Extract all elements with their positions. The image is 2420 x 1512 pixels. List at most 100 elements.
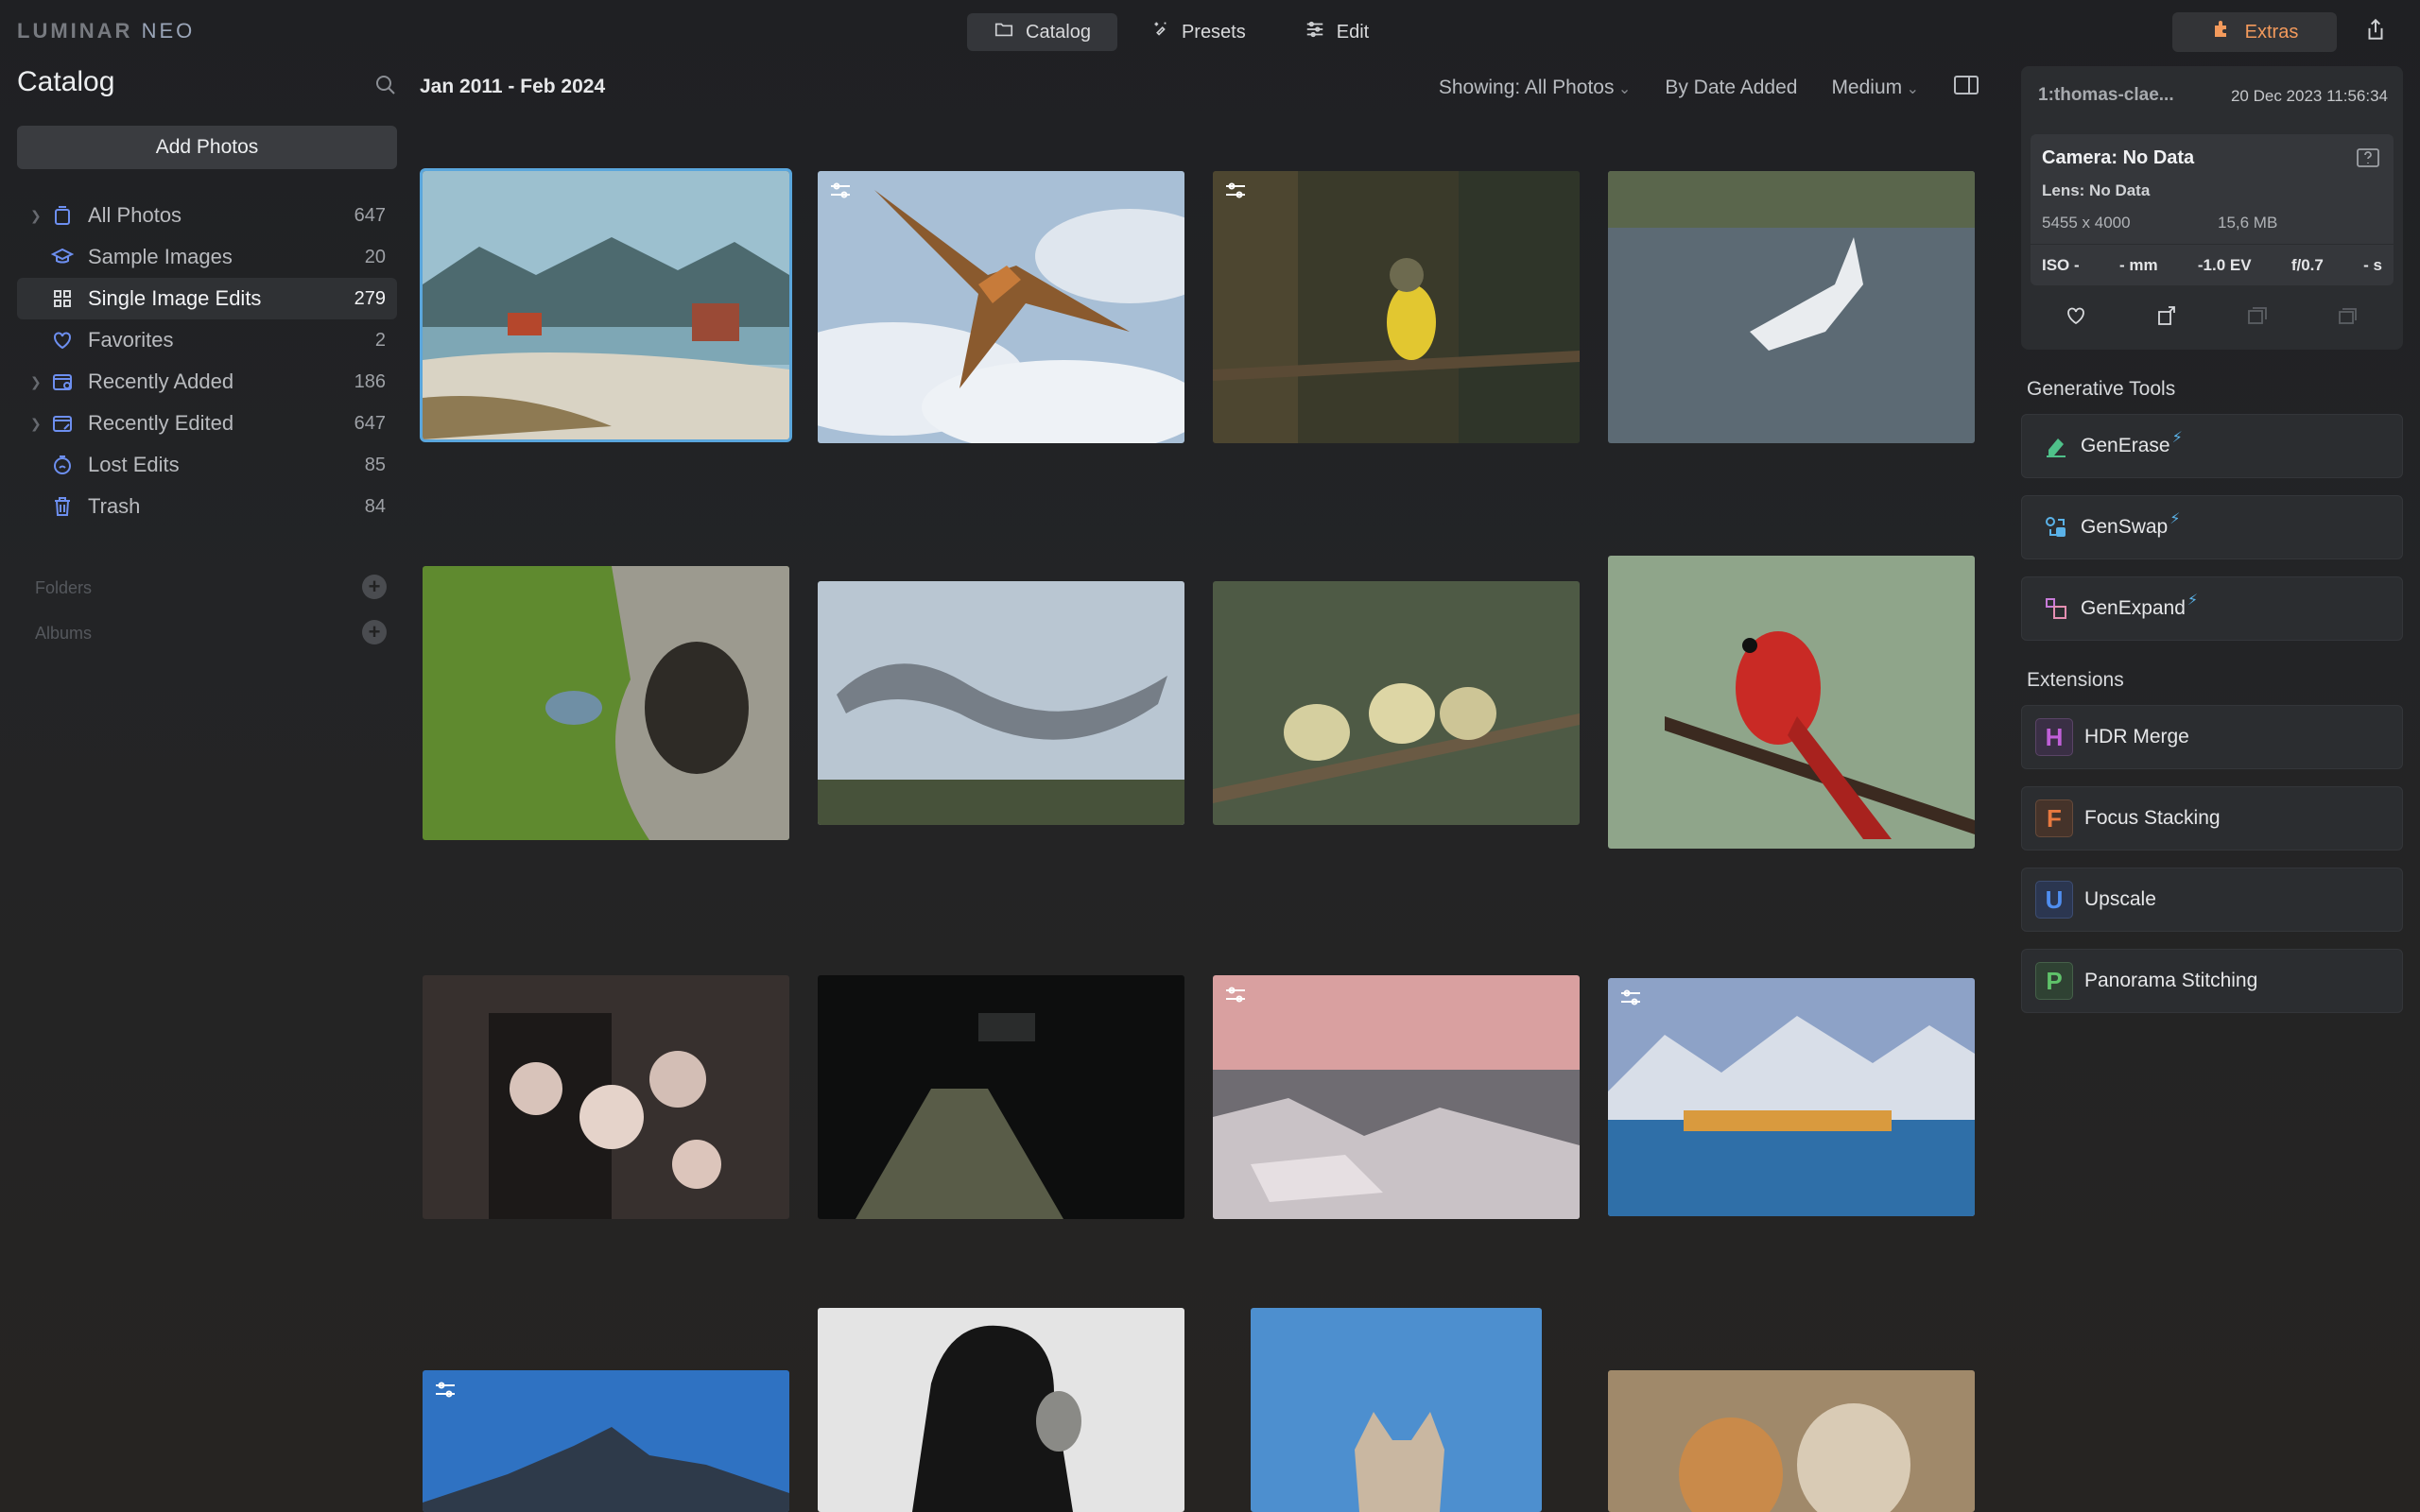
photo-icebergs-sunset [1213,975,1580,1219]
folder-icon [994,19,1014,45]
info-actions [2031,299,2394,336]
add-photos-button[interactable]: Add Photos [17,126,397,169]
tab-catalog[interactable]: Catalog [967,13,1117,51]
sidebar-item-sample-images[interactable]: Sample Images 20 [17,236,397,278]
lightning-icon: ⚡ [2169,511,2181,527]
photo-red-kite [818,171,1184,443]
lightning-icon: ⚡ [2187,593,2199,609]
sidebar-item-recently-added[interactable]: ❯ Recently Added 186 [17,361,397,403]
eraser-icon [2043,433,2069,459]
showing-filter-dropdown[interactable]: Showing: All Photos [1439,77,1631,99]
tab-edit[interactable]: Edit [1278,13,1395,51]
upscale-icon: U [2035,881,2073,919]
sidebar-title: Catalog [17,66,115,97]
edited-badge-icon [829,180,852,201]
top-bar: LUMINAR NEO Catalog Presets Edit Extras [0,0,2420,62]
iso-value: ISO - [2042,255,2080,274]
date-range: Jan 2011 - Feb 2024 [420,76,606,97]
extras-button[interactable]: Extras [2172,12,2337,52]
photo-lofoten-village [1608,978,1975,1216]
share-icon [2363,18,2388,45]
focus-stacking-button[interactable]: F Focus Stacking [2021,786,2403,850]
generase-button[interactable]: GenErase ⚡ [2021,414,2403,478]
genswap-button[interactable]: GenSwap ⚡ [2021,495,2403,559]
photo-starling-murmuration [818,581,1184,825]
catalog-list: ❯ All Photos 647 Sample Images 20 Single… [17,195,397,527]
photo-thumbnail[interactable] [1608,556,1975,849]
edited-badge-icon [1224,180,1247,201]
folders-section: Folders + [35,575,387,599]
photo-thumbnail[interactable] [1608,978,1975,1216]
app-logo: LUMINAR NEO [17,19,196,43]
photo-thumbnail[interactable] [1251,1308,1542,1512]
panorama-stitching-button[interactable]: P Panorama Stitching [2021,949,2403,1013]
focal-length-value: - mm [2118,255,2158,274]
grid-toolbar: Showing: All Photos By Date Added Medium [1439,74,1979,102]
heart-icon [51,329,74,352]
photo-dark-hall [818,975,1184,1219]
sidebar-item-lost-edits[interactable]: Lost Edits 85 [17,444,397,486]
photo-thumbnail[interactable] [818,975,1184,1219]
photo-three-chicks [1213,581,1580,825]
photo-thumbnail[interactable] [1213,581,1580,825]
share-button[interactable] [2363,17,2392,45]
photo-two-dogs [1608,1370,1975,1512]
add-folder-button[interactable]: + [362,575,387,599]
photo-lilies-vase [423,975,789,1219]
panel-layout-icon[interactable] [1953,74,1979,102]
sidebar-item-trash[interactable]: Trash 84 [17,486,397,527]
photo-cardinal [1608,556,1975,849]
photo-thumbnail[interactable] [1213,975,1580,1219]
photo-thumbnail[interactable] [818,581,1184,825]
photo-thumbnail[interactable] [1213,171,1580,443]
rotate-icon[interactable] [2155,304,2178,332]
photo-thumbnail[interactable] [1608,1370,1975,1512]
focus-stacking-icon: F [2035,799,2073,837]
file-size: 15,6 MB [2218,214,2278,232]
panorama-stitching-icon: P [2035,962,2073,1000]
unknown-camera-icon [2356,147,2380,168]
camera-info: Camera: No Data [2042,147,2195,168]
aperture-value: f/0.7 [2290,255,2324,274]
expand-icon [2043,595,2069,622]
photo-thumbnail[interactable] [818,1308,1184,1512]
photo-thumbnail[interactable] [420,168,792,442]
photo-yellow-bird [1213,171,1580,443]
graduation-cap-icon [50,246,75,268]
sidebar-item-favorites[interactable]: Favorites 2 [17,319,397,361]
photo-thumbnail[interactable] [1608,171,1975,443]
photo-thumbnail[interactable] [423,1370,789,1512]
sort-dropdown[interactable]: By Date Added [1665,77,1797,99]
edited-badge-icon [434,1380,457,1400]
generative-tools-heading: Generative Tools [2027,378,2176,400]
stack-icon[interactable] [2337,304,2360,332]
photo-grid-area: Jan 2011 - Feb 2024 Showing: All Photos … [420,62,1979,1512]
sidebar-item-all-photos[interactable]: ❯ All Photos 647 [17,195,397,236]
tab-presets[interactable]: Presets [1123,13,1272,51]
swap-icon [2043,514,2069,541]
chevron-right-icon[interactable]: ❯ [30,416,42,432]
add-album-button[interactable]: + [362,620,387,644]
sidebar-item-single-image-edits[interactable]: Single Image Edits 279 [17,278,397,319]
hdr-merge-button[interactable]: H HDR Merge [2021,705,2403,769]
search-icon[interactable] [374,74,397,96]
photo-thumbnail[interactable] [818,171,1184,443]
photo-thumbnail[interactable] [423,566,789,840]
photo-coast-cabins [423,171,789,439]
recently-added-icon [51,370,74,393]
lightning-icon: ⚡ [2171,430,2183,446]
favorite-heart-icon[interactable] [2065,304,2087,332]
genexpand-button[interactable]: GenExpand ⚡ [2021,576,2403,641]
thumbnail-size-dropdown[interactable]: Medium [1831,77,1919,99]
trash-icon [51,495,74,518]
photo-thumbnail[interactable] [423,975,789,1219]
duplicate-icon[interactable] [2246,304,2269,332]
exif-row: ISO - - mm -1.0 EV f/0.7 - s [2031,244,2394,285]
hdr-merge-icon: H [2035,718,2073,756]
photo-bluetit-tree [423,566,789,840]
upscale-button[interactable]: U Upscale [2021,868,2403,932]
chevron-right-icon[interactable]: ❯ [30,208,42,224]
photo-info-card: 1:thomas-clae... 20 Dec 2023 11:56:34 Ca… [2021,66,2403,350]
chevron-right-icon[interactable]: ❯ [30,374,42,390]
sidebar-item-recently-edited[interactable]: ❯ Recently Edited 647 [17,403,397,444]
